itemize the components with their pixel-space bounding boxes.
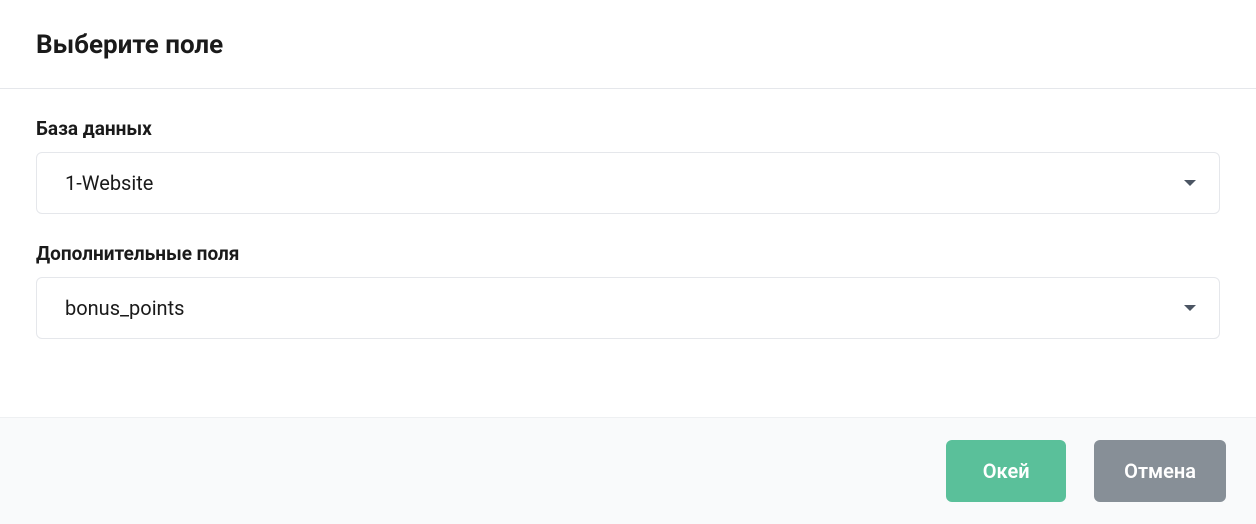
dialog-content: База данных 1-Website Дополнительные пол… bbox=[0, 89, 1256, 417]
additional-fields-label: Дополнительные поля bbox=[36, 242, 1220, 265]
database-label: База данных bbox=[36, 117, 1220, 140]
additional-fields-select-value: bonus_points bbox=[65, 296, 184, 320]
dialog-footer: Окей Отмена bbox=[0, 417, 1256, 524]
database-select-wrapper: 1-Website bbox=[36, 152, 1220, 214]
cancel-button[interactable]: Отмена bbox=[1094, 440, 1226, 502]
ok-button[interactable]: Окей bbox=[946, 440, 1066, 502]
database-field-group: База данных 1-Website bbox=[36, 117, 1220, 214]
database-select[interactable]: 1-Website bbox=[36, 152, 1220, 214]
additional-fields-select[interactable]: bonus_points bbox=[36, 277, 1220, 339]
additional-fields-select-wrapper: bonus_points bbox=[36, 277, 1220, 339]
dialog-title: Выберите поле bbox=[36, 30, 1220, 60]
additional-fields-group: Дополнительные поля bonus_points bbox=[36, 242, 1220, 339]
database-select-value: 1-Website bbox=[65, 171, 153, 195]
dialog-header: Выберите поле bbox=[0, 0, 1256, 89]
